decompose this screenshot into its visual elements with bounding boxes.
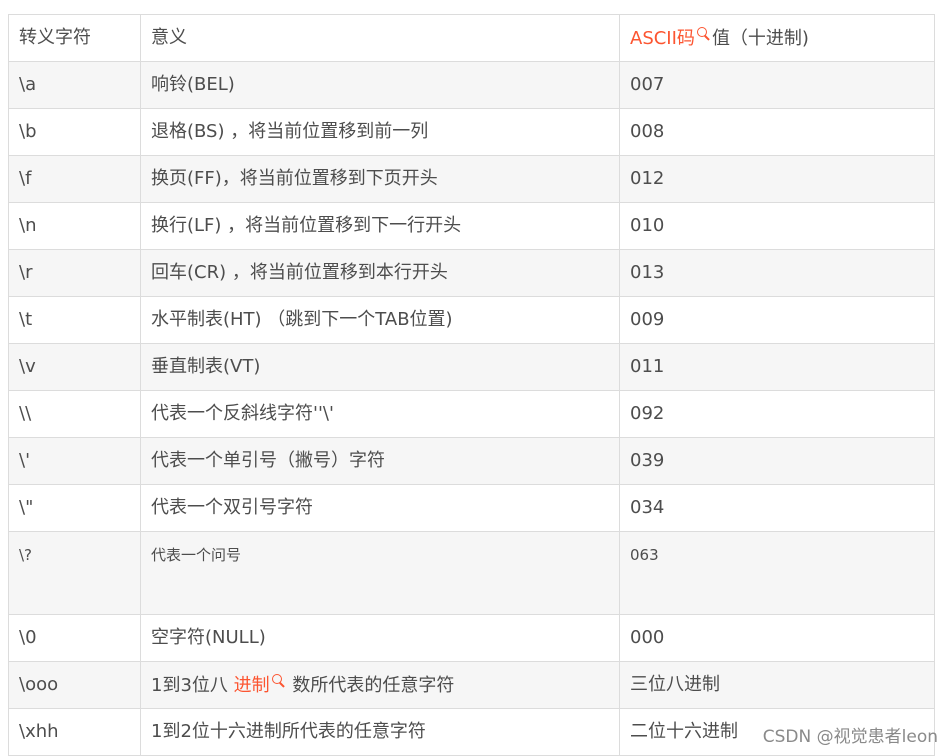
search-icon[interactable] (271, 673, 285, 688)
code-cell: 034 (619, 484, 935, 532)
header-escape-char: 转义字符 (8, 14, 141, 62)
code-cell: 008 (619, 108, 935, 156)
table-header-row: 转义字符 意义 ASCII码 值（十进制) (8, 14, 935, 62)
escape-cell: \t (8, 296, 141, 344)
meaning-cell: 1到3位八 进制 数所代表的任意字符 (140, 661, 620, 709)
meaning-cell: 回车(CR) ，将当前位置移到本行开头 (140, 249, 620, 297)
search-icon[interactable] (696, 26, 710, 41)
table-row: \' 代表一个单引号（撇号）字符 039 (8, 437, 935, 485)
meaning-cell: 垂直制表(VT) (140, 343, 620, 391)
meaning-cell: 空字符(NULL) (140, 614, 620, 662)
table-row: \r 回车(CR) ，将当前位置移到本行开头 013 (8, 249, 935, 297)
header-meaning: 意义 (140, 14, 620, 62)
table-row: \? 代表一个问号 063 (8, 531, 935, 615)
meaning-text-pre: 1到3位八 (151, 674, 234, 696)
code-cell: 010 (619, 202, 935, 250)
csdn-watermark: CSDN @视觉患者leon (762, 727, 938, 747)
escape-cell: \b (8, 108, 141, 156)
escape-cell: \a (8, 61, 141, 109)
code-cell: 039 (619, 437, 935, 485)
table-row: \ooo 1到3位八 进制 数所代表的任意字符 三位八进制 (8, 661, 935, 709)
table-row: \f 换页(FF)，将当前位置移到下页开头 012 (8, 155, 935, 203)
meaning-cell: 代表一个问号 (140, 531, 620, 615)
code-cell: 013 (619, 249, 935, 297)
table-row: \0 空字符(NULL) 000 (8, 614, 935, 662)
table-row: \\ 代表一个反斜线字符''\' 092 (8, 390, 935, 438)
header-ascii-rest: 值（十进制) (711, 27, 809, 49)
escape-table: 转义字符 意义 ASCII码 值（十进制) \a 响铃(BEL) 007 \b 退… (8, 14, 935, 756)
table-row: \" 代表一个双引号字符 034 (8, 484, 935, 532)
meaning-cell: 换行(LF) ，将当前位置移到下一行开头 (140, 202, 620, 250)
meaning-cell: 水平制表(HT) （跳到下一个TAB位置) (140, 296, 620, 344)
table-row: \n 换行(LF) ，将当前位置移到下一行开头 010 (8, 202, 935, 250)
octal-keyword-link[interactable]: 进制 (234, 675, 270, 696)
code-cell: 000 (619, 614, 935, 662)
escape-cell: \' (8, 437, 141, 485)
code-cell: 011 (619, 343, 935, 391)
escape-cell: \v (8, 343, 141, 391)
ascii-keyword-link[interactable]: ASCII码 (630, 28, 695, 49)
escape-cell: \\ (8, 390, 141, 438)
table-row: \a 响铃(BEL) 007 (8, 61, 935, 109)
table-row: \t 水平制表(HT) （跳到下一个TAB位置) 009 (8, 296, 935, 344)
code-cell: 009 (619, 296, 935, 344)
escape-cell: \r (8, 249, 141, 297)
meaning-cell: 退格(BS) ，将当前位置移到前一列 (140, 108, 620, 156)
escape-cell: \xhh (8, 708, 141, 756)
code-cell: 092 (619, 390, 935, 438)
meaning-cell: 1到2位十六进制所代表的任意字符 (140, 708, 620, 756)
header-ascii-value: ASCII码 值（十进制) (619, 14, 935, 62)
escape-cell: \? (8, 531, 141, 615)
code-cell: 三位八进制 (619, 661, 935, 709)
code-cell: 012 (619, 155, 935, 203)
table-row: \b 退格(BS) ，将当前位置移到前一列 008 (8, 108, 935, 156)
meaning-cell: 代表一个反斜线字符''\' (140, 390, 620, 438)
escape-cell: \" (8, 484, 141, 532)
meaning-text-post: 数所代表的任意字符 (286, 674, 455, 696)
meaning-cell: 代表一个双引号字符 (140, 484, 620, 532)
escape-cell: \ooo (8, 661, 141, 709)
code-cell: 063 (619, 531, 935, 615)
meaning-cell: 响铃(BEL) (140, 61, 620, 109)
escape-cell: \0 (8, 614, 141, 662)
escape-cell: \f (8, 155, 141, 203)
meaning-cell: 代表一个单引号（撇号）字符 (140, 437, 620, 485)
meaning-cell: 换页(FF)，将当前位置移到下页开头 (140, 155, 620, 203)
escape-cell: \n (8, 202, 141, 250)
table-row: \v 垂直制表(VT) 011 (8, 343, 935, 391)
code-cell: 007 (619, 61, 935, 109)
